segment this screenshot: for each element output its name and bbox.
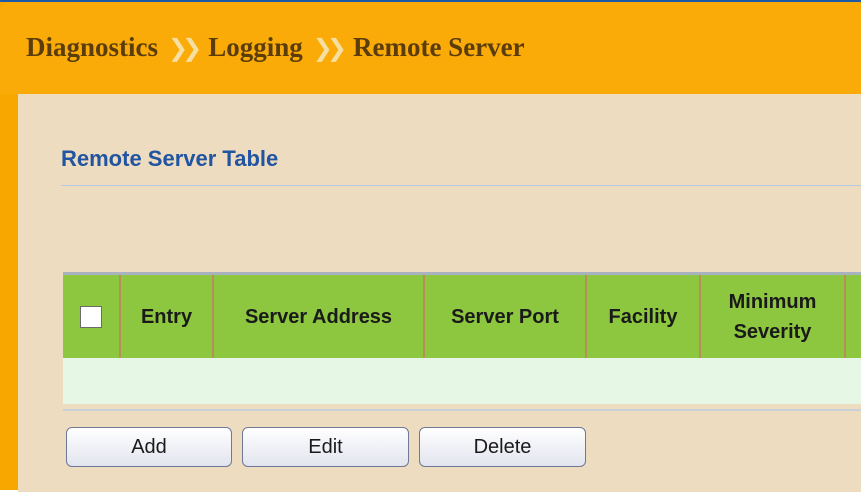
table-header-row: Entry Server Address Server Port Facilit…	[63, 275, 861, 358]
edit-button[interactable]: Edit	[242, 427, 409, 467]
column-header-entry: Entry	[121, 275, 214, 358]
column-header-minimum-severity: Minimum Severity	[701, 275, 846, 358]
section-divider	[61, 185, 861, 186]
header-select-all-cell	[63, 275, 121, 358]
delete-button[interactable]: Delete	[419, 427, 586, 467]
breadcrumb: Diagnostics ❯❯ Logging ❯❯ Remote Server	[26, 32, 525, 63]
add-button[interactable]: Add	[66, 427, 232, 467]
column-header-server-address: Server Address	[214, 275, 425, 358]
select-all-checkbox[interactable]	[80, 305, 102, 328]
breadcrumb-separator-icon: ❯❯	[168, 33, 202, 62]
breadcrumb-item-remote-server: Remote Server	[352, 32, 525, 62]
column-header-server-port: Server Port	[425, 275, 587, 358]
page-frame: Diagnostics ❯❯ Logging ❯❯ Remote Server …	[0, 0, 861, 492]
breadcrumb-item-diagnostics[interactable]: Diagnostics	[26, 32, 158, 63]
breadcrumb-item-logging[interactable]: Logging	[208, 32, 303, 63]
breadcrumb-separator-icon: ❯❯	[312, 33, 347, 62]
title-bar: Diagnostics ❯❯ Logging ❯❯ Remote Server	[0, 2, 861, 94]
content-panel: Remote Server Table Entry Server Address…	[18, 94, 861, 492]
column-header-truncated	[846, 275, 861, 358]
section-title: Remote Server Table	[61, 146, 279, 171]
remote-server-table: Entry Server Address Server Port Facilit…	[63, 272, 861, 411]
column-header-facility: Facility	[587, 275, 701, 358]
table-empty-row	[63, 358, 861, 404]
